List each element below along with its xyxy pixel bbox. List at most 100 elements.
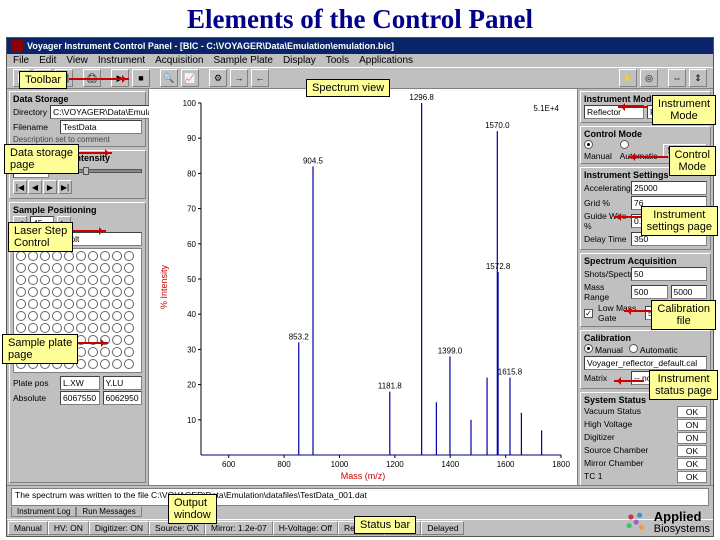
well[interactable] (88, 347, 98, 357)
well[interactable] (76, 263, 86, 273)
well[interactable] (28, 275, 38, 285)
radio-manual[interactable]: Manual (584, 140, 614, 161)
well[interactable] (88, 251, 98, 261)
well[interactable] (100, 311, 110, 321)
well[interactable] (88, 287, 98, 297)
well[interactable] (64, 323, 74, 333)
menu-view[interactable]: View (66, 55, 88, 66)
menu-sampleplate[interactable]: Sample Plate (213, 55, 272, 66)
well[interactable] (64, 311, 74, 321)
well[interactable] (52, 251, 62, 261)
well[interactable] (28, 323, 38, 333)
well[interactable] (112, 347, 122, 357)
well[interactable] (112, 335, 122, 345)
well[interactable] (40, 251, 50, 261)
well[interactable] (76, 275, 86, 285)
well[interactable] (76, 251, 86, 261)
well[interactable] (16, 251, 26, 261)
well[interactable] (112, 359, 122, 369)
well[interactable] (112, 263, 122, 273)
menu-acquisition[interactable]: Acquisition (155, 55, 203, 66)
tool-hv-icon[interactable]: ⚡ (619, 69, 637, 87)
cal-radio-manual[interactable]: Manual (584, 344, 623, 355)
well[interactable] (100, 251, 110, 261)
well[interactable] (100, 347, 110, 357)
well[interactable] (52, 263, 62, 273)
tool-next-icon[interactable]: → (230, 69, 248, 87)
tool-stop-icon[interactable]: ■ (132, 69, 150, 87)
well[interactable] (16, 263, 26, 273)
well[interactable] (52, 323, 62, 333)
tool-target-icon[interactable]: ◎ (640, 69, 658, 87)
step-next-icon[interactable]: ▶ (43, 180, 57, 194)
mass-lo-field[interactable]: 500 (631, 285, 668, 299)
tool-prev-icon[interactable]: ← (251, 69, 269, 87)
step-prev-icon[interactable]: ◀ (28, 180, 42, 194)
well[interactable] (52, 311, 62, 321)
well[interactable] (124, 347, 134, 357)
well[interactable] (64, 287, 74, 297)
well[interactable] (64, 275, 74, 285)
well[interactable] (88, 275, 98, 285)
menu-applications[interactable]: Applications (359, 55, 413, 66)
well[interactable] (100, 299, 110, 309)
well[interactable] (112, 287, 122, 297)
well[interactable] (16, 323, 26, 333)
well[interactable] (100, 323, 110, 333)
lowmass-checkbox[interactable]: ✓ (584, 309, 593, 318)
well[interactable] (76, 311, 86, 321)
well[interactable] (16, 299, 26, 309)
well[interactable] (124, 251, 134, 261)
tool-zoom-icon[interactable]: 🔍 (160, 69, 178, 87)
well[interactable] (88, 299, 98, 309)
well[interactable] (40, 263, 50, 273)
well[interactable] (40, 287, 50, 297)
well[interactable] (52, 299, 62, 309)
well[interactable] (112, 299, 122, 309)
well[interactable] (112, 251, 122, 261)
well[interactable] (124, 275, 134, 285)
well[interactable] (100, 287, 110, 297)
well[interactable] (112, 275, 122, 285)
well[interactable] (64, 299, 74, 309)
well[interactable] (16, 311, 26, 321)
well[interactable] (88, 263, 98, 273)
well[interactable] (40, 323, 50, 333)
well[interactable] (100, 359, 110, 369)
well[interactable] (16, 275, 26, 285)
well[interactable] (28, 287, 38, 297)
well[interactable] (16, 287, 26, 297)
well[interactable] (124, 311, 134, 321)
well[interactable] (64, 251, 74, 261)
well[interactable] (88, 359, 98, 369)
well[interactable] (76, 287, 86, 297)
cal-radio-auto[interactable]: Automatic (629, 344, 678, 355)
well[interactable] (28, 251, 38, 261)
well[interactable] (40, 311, 50, 321)
well[interactable] (100, 263, 110, 273)
menu-file[interactable]: File (13, 55, 29, 66)
step-first-icon[interactable]: |◀ (13, 180, 27, 194)
well[interactable] (28, 311, 38, 321)
well[interactable] (28, 263, 38, 273)
step-last-icon[interactable]: ▶| (58, 180, 72, 194)
well[interactable] (76, 323, 86, 333)
spectrum-view[interactable]: 1020304050607080901006008001000120014001… (149, 89, 577, 485)
well[interactable] (124, 335, 134, 345)
well[interactable] (100, 275, 110, 285)
well[interactable] (28, 299, 38, 309)
well[interactable] (88, 311, 98, 321)
shots-field[interactable]: 50 (631, 267, 707, 281)
well[interactable] (124, 287, 134, 297)
well[interactable] (124, 263, 134, 273)
well[interactable] (124, 359, 134, 369)
output-tab-log[interactable]: Instrument Log (11, 507, 76, 517)
well[interactable] (124, 323, 134, 333)
tool-collapse-icon[interactable]: ⇕ (689, 69, 707, 87)
well[interactable] (40, 275, 50, 285)
well[interactable] (40, 299, 50, 309)
well[interactable] (112, 323, 122, 333)
tool-config-icon[interactable]: ⚙ (209, 69, 227, 87)
well[interactable] (64, 263, 74, 273)
calibration-file-field[interactable]: Voyager_reflector_default.cal (584, 356, 707, 370)
